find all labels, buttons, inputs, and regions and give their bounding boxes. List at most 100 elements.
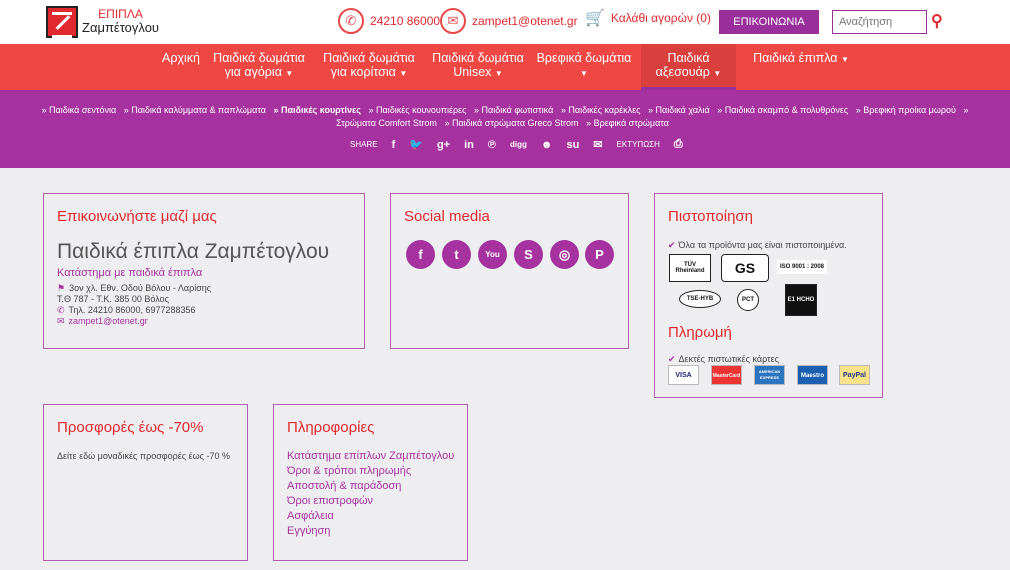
address-line1: 3ον χλ. Εθν. Οδού Βόλου - Λαρίσης	[69, 283, 212, 293]
email-share-icon[interactable]: ✉	[593, 138, 602, 151]
envelope-small-icon: ✉	[57, 316, 65, 326]
maestro-card-icon: Maestro	[797, 365, 828, 385]
subcat-link[interactable]: » Παιδικά σεντόνια	[42, 105, 117, 115]
nav-item-girls[interactable]: Παιδικά δωμάτια για κορίτσια ▼	[320, 51, 418, 81]
twitter-icon[interactable]: t	[442, 240, 471, 269]
nav-item-home[interactable]: Αρχική	[160, 51, 202, 65]
subcat-link-active[interactable]: » Παιδικές κουρτίνες	[273, 105, 361, 115]
email-link[interactable]: ✉ zampet1@otenet.gr	[440, 8, 578, 34]
tse-logo: TSE-HYB	[679, 290, 721, 308]
subcat-link[interactable]: » Παιδικά σκαμπό & πολυθρόνες	[717, 105, 848, 115]
certification-panel: Πιστοποίηση ✔ Όλα τα προϊόντα μας είναι π…	[654, 193, 883, 398]
chevron-down-icon: ▼	[285, 69, 294, 78]
subcategory-bar: » Παιδικά σεντόνια » Παιδικά καλύμματα &…	[0, 90, 1010, 168]
chevron-down-icon: ▼	[841, 55, 849, 64]
instagram-icon[interactable]: ◎	[550, 240, 579, 269]
payment-title: Πληρωμή	[668, 324, 732, 341]
cart-icon: 🛒	[585, 10, 605, 27]
reddit-icon[interactable]: ☻	[541, 139, 553, 151]
cert-text: Όλα τα προϊόντα μας είναι πιστοποιημένα.	[678, 240, 847, 250]
phone-icon: ✆	[338, 8, 364, 34]
phone-small-icon: ✆	[57, 305, 65, 315]
facebook-icon[interactable]: f	[406, 240, 435, 269]
mastercard-icon: MasterCard	[711, 365, 742, 385]
share-label: SHARE	[350, 140, 378, 149]
chevron-down-icon: ▼	[399, 69, 408, 78]
gs-logo: GS	[721, 254, 769, 282]
info-link[interactable]: Αποστολή & παράδοση	[287, 480, 401, 492]
check-icon: ✔	[668, 354, 676, 364]
subcat-link[interactable]: » Παιδικές κουνουπιέρες	[369, 105, 467, 115]
check-icon: ✔	[668, 240, 676, 250]
nav-item-unisex[interactable]: Παιδικά δωμάτια Unisex ▼	[429, 51, 527, 81]
payment-text: Δεκτές πιστωτικές κάρτες	[678, 354, 779, 364]
iso-logo: ISO 9001 : 2008	[777, 260, 827, 274]
twitter-icon[interactable]: 🐦	[409, 138, 423, 151]
email-address: zampet1@otenet.gr	[472, 14, 578, 28]
chevron-down-icon: ▼	[713, 69, 722, 78]
store-name: Παιδικά έπιπλα Ζαμπέτογλου	[57, 240, 330, 263]
email-link-small[interactable]: zampet1@otenet.gr	[69, 316, 148, 326]
search-input[interactable]	[832, 10, 927, 34]
offers-panel: Προσφορές έως -70% Δείτε εδώ μοναδικές π…	[43, 404, 248, 561]
googleplus-icon[interactable]: g+	[437, 139, 450, 151]
e1-logo: E1 HCHO	[785, 284, 817, 316]
tuv-logo: TÜV Rheinland	[669, 254, 711, 282]
subcat-link[interactable]: » Παιδικά στρώματα Greco Strom	[444, 118, 578, 128]
visa-card-icon: VISA	[668, 365, 699, 385]
subcategory-list: » Παιδικά σεντόνια » Παιδικά καλύμματα &…	[40, 104, 970, 129]
brand-logo[interactable]: ΕΠΙΠΛΑ Ζαμπέτογλου	[46, 6, 159, 38]
info-link[interactable]: Εγγύηση	[287, 525, 330, 537]
print-label: ΕΚΤΥΠΩΣΗ	[616, 140, 660, 149]
info-link[interactable]: Όροι επιστροφών	[287, 495, 373, 507]
logo-mark-icon	[46, 6, 78, 38]
pinterest-icon[interactable]: P	[585, 240, 614, 269]
print-icon[interactable]: ⎙	[674, 138, 683, 151]
phone-number: 24210 86000	[370, 14, 441, 28]
search-icon[interactable]: ⚲	[931, 11, 943, 31]
store-subtitle: Κατάστημα με παιδικά έπιπλα	[57, 267, 203, 279]
facebook-icon[interactable]: f	[392, 139, 396, 151]
youtube-icon[interactable]: You	[478, 240, 507, 269]
cart-link[interactable]: 🛒 Καλάθι αγορών (0)	[585, 8, 711, 28]
info-link[interactable]: Ασφάλεια	[287, 510, 334, 522]
main-nav: Αρχική Παιδικά δωμάτια για αγόρια ▼ Παιδι…	[0, 44, 1010, 90]
nav-item-furniture[interactable]: Παιδικά έπιπλα ▼	[748, 51, 854, 67]
contact-title: Επικοινωνήστε μαζί μας	[57, 208, 217, 225]
social-panel: Social media f t You S ◎ P	[390, 193, 629, 349]
subcat-link[interactable]: » Παιδικά καλύμματα & παπλώματα	[124, 105, 266, 115]
address-line2: Τ.Θ 787 - Τ.Κ. 385 00 Βόλος	[57, 294, 169, 304]
pct-logo: PCT	[737, 289, 759, 311]
phone-line: Τηλ. 24210 86000, 6977288356	[68, 305, 196, 315]
offers-text: Δείτε εδώ μοναδικές προσφορές έως -70 %	[57, 451, 230, 461]
map-marker-icon: ⚑	[57, 283, 66, 293]
paypal-card-icon: PayPal	[839, 365, 870, 385]
nav-item-boys[interactable]: Παιδικά δωμάτια για αγόρια ▼	[210, 51, 308, 81]
subcat-link[interactable]: » Παιδικά χαλιά	[648, 105, 710, 115]
stumbleupon-icon[interactable]: su	[566, 139, 579, 151]
phone-link[interactable]: ✆ 24210 86000	[338, 8, 440, 34]
cert-title: Πιστοποίηση	[668, 208, 754, 225]
chevron-down-icon: ▼	[494, 69, 503, 78]
nav-item-accessories[interactable]: Παιδικά αξεσουάρ ▼	[641, 51, 736, 81]
offers-title[interactable]: Προσφορές έως -70%	[57, 419, 203, 436]
envelope-icon: ✉	[440, 8, 466, 34]
pinterest-icon[interactable]: ℗	[488, 139, 496, 151]
digg-icon[interactable]: digg	[510, 140, 527, 149]
brand-line2: Ζαμπέτογλου	[82, 20, 160, 36]
contact-button[interactable]: ΕΠΙΚΟΙΝΩΝΙΑ	[719, 10, 819, 34]
amex-card-icon: AMERICAN EXPRESS	[754, 365, 785, 385]
subcat-link[interactable]: » Βρεφικά στρώματα	[586, 118, 669, 128]
subcat-link[interactable]: » Βρεφική προίκα μωρού	[856, 105, 956, 115]
subcat-link[interactable]: » Παιδικά φωτιστικά	[474, 105, 553, 115]
subcat-link[interactable]: » Παιδικές καρέκλες	[561, 105, 641, 115]
skype-icon[interactable]: S	[514, 240, 543, 269]
info-link[interactable]: Κατάστημα επίπλων Ζαμπέτογλου	[287, 450, 454, 462]
top-header: ΕΠΙΠΛΑ Ζαμπέτογλου ✆ 24210 86000 ✉ zampe…	[0, 0, 1010, 44]
contact-panel: Επικοινωνήστε μαζί μας Παιδικά έπιπλα Ζα…	[43, 193, 365, 349]
info-link[interactable]: Όροι & τρόποι πληρωμής	[287, 465, 411, 477]
chevron-down-icon: ▼	[580, 69, 588, 78]
linkedin-icon[interactable]: in	[464, 139, 474, 151]
cart-label: Καλάθι αγορών (0)	[610, 11, 711, 25]
nav-item-baby[interactable]: Βρεφικά δωμάτια ▼	[535, 51, 633, 81]
